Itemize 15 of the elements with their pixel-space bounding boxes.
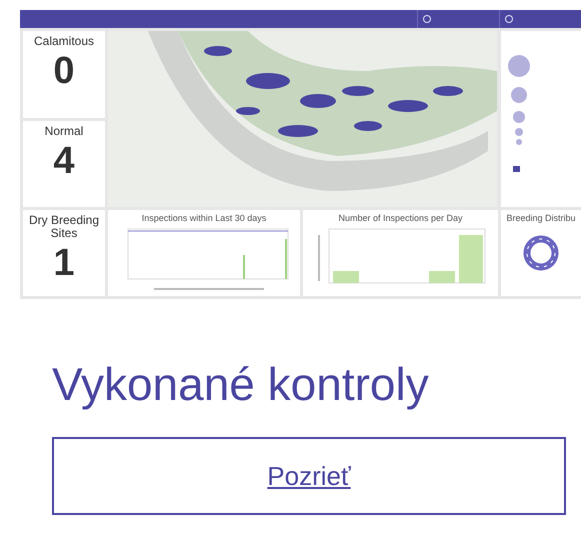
indicator-value: 4	[53, 140, 75, 184]
chart-title: Inspections within Last 30 days	[142, 213, 266, 223]
indicator-label: Calamitous	[34, 35, 94, 48]
chart-bar	[428, 271, 454, 283]
indicator-label: Dry Breeding Sites	[28, 214, 100, 240]
chart-bar	[332, 271, 358, 283]
chart-bar	[458, 235, 482, 283]
axis-label-line	[318, 235, 320, 281]
view-button[interactable]: Pozrieť	[52, 437, 566, 515]
indicator-label: Normal	[44, 125, 84, 138]
chart-title: Number of Inspections per Day	[338, 213, 463, 223]
chart-title: Breeding Distribu	[506, 213, 576, 223]
indicator-value: 0	[53, 50, 75, 94]
indicator-value: 1	[53, 242, 75, 286]
section-heading: Vykonané kontroly	[52, 357, 430, 411]
